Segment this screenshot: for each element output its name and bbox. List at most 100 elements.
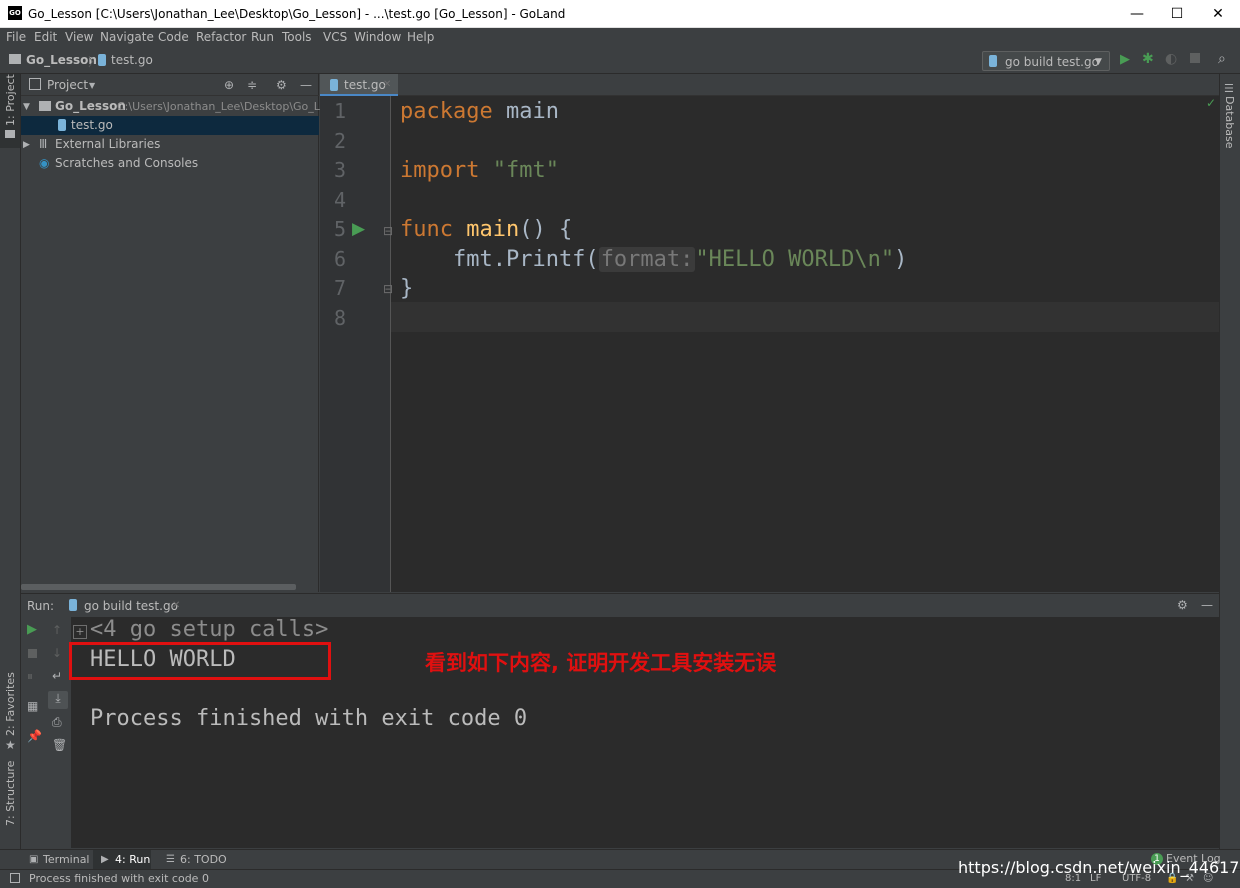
menu-vcs[interactable]: VCS	[323, 30, 347, 44]
line-number: 2	[333, 129, 346, 153]
tree-item-scratches[interactable]: ◉ Scratches and Consoles	[21, 154, 319, 173]
chevron-down-icon[interactable]: ▼	[89, 79, 95, 93]
line-number: 1	[333, 99, 346, 123]
search-icon[interactable]: ⌕	[1218, 52, 1226, 66]
hide-icon[interactable]: —	[300, 78, 312, 92]
tab-label: test.go	[344, 78, 386, 92]
run-console: + <4 go setup calls> HELLO WORLD Process…	[69, 617, 1219, 848]
project-panel-title[interactable]: Project	[47, 78, 88, 92]
project-horizontal-scrollbar[interactable]	[21, 584, 296, 590]
menu-refactor[interactable]: Refactor	[196, 30, 246, 44]
print-icon[interactable]: ⎙	[52, 715, 62, 729]
line-number: 5	[333, 217, 346, 241]
folder-icon	[9, 54, 21, 64]
run-toolbar: ▶ ↑ ↓ ⏸ ↵ ▦ ⤓ ⎙ 📌 🗑	[21, 617, 71, 848]
run-tool-tab[interactable]: ▶ 4: Run	[93, 850, 151, 869]
menu-bar: File Edit View Navigate Code Refactor Ru…	[0, 28, 1240, 48]
menu-view[interactable]: View	[65, 30, 93, 44]
tree-item-file[interactable]: test.go	[21, 116, 319, 135]
checkmark-icon: ✓	[1206, 96, 1217, 110]
pause-icon[interactable]: ⏸	[27, 669, 33, 683]
coverage-icon[interactable]: ◐	[1165, 52, 1177, 66]
menu-window[interactable]: Window	[354, 30, 401, 44]
expand-icon[interactable]: +	[73, 625, 87, 639]
chevron-down-icon: ▼	[1095, 57, 1102, 67]
terminal-tab[interactable]: Terminal	[43, 853, 90, 866]
run-icon: ▶	[101, 854, 109, 865]
code-editor: test.go ✕ 1 2 3 4 5 6 7 8 ▶ ⊟ ⊟ package …	[320, 74, 1219, 592]
folder-icon	[5, 130, 15, 138]
fold-icon[interactable]: ⊟	[383, 282, 393, 296]
scroll-to-end-icon[interactable]: ⤓	[48, 691, 68, 709]
maximize-button[interactable]: ☐	[1157, 0, 1197, 28]
run-panel-header: Run: go build test.go ✕ ⚙ —	[21, 593, 1219, 617]
menu-file[interactable]: File	[6, 30, 26, 44]
line-number: 7	[333, 276, 346, 300]
tool-windows-icon[interactable]	[10, 873, 20, 883]
arrow-down-icon[interactable]: ↓	[52, 646, 62, 660]
collapse-all-icon[interactable]: ≑	[247, 78, 257, 92]
line-number: 8	[333, 306, 346, 330]
library-icon: Ⅲ	[39, 137, 48, 151]
menu-help[interactable]: Help	[407, 30, 434, 44]
debug-bug-icon[interactable]: ✱	[1142, 52, 1154, 66]
locate-icon[interactable]: ⊕	[224, 78, 234, 92]
favorites-tool-tab[interactable]: 2: Favorites	[4, 672, 17, 736]
menu-edit[interactable]: Edit	[34, 30, 57, 44]
goland-logo-icon: GO	[8, 6, 22, 20]
tree-item-root[interactable]: ▼ Go_Lesson C:\Users\Jonathan_Lee\Deskto…	[21, 97, 327, 116]
breadcrumb-project[interactable]: Go_Lesson	[26, 53, 97, 67]
go-file-icon	[330, 79, 338, 91]
right-tool-stripe: ☰ Database	[1219, 74, 1240, 850]
menu-navigate[interactable]: Navigate	[100, 30, 154, 44]
trash-icon[interactable]: 🗑	[52, 738, 67, 752]
go-file-icon	[58, 119, 66, 131]
star-icon: ★	[5, 738, 16, 752]
todo-tab[interactable]: 6: TODO	[180, 853, 227, 866]
stop-icon[interactable]	[28, 649, 37, 658]
console-setup-calls[interactable]: <4 go setup calls>	[90, 617, 328, 642]
project-tool-label: 1: Project	[4, 74, 17, 126]
project-panel-header: Project ▼ ⊕ ≑ ⚙ —	[21, 74, 319, 96]
go-file-icon	[69, 599, 77, 611]
database-tool-tab[interactable]: Database	[1223, 96, 1236, 149]
menu-tools[interactable]: Tools	[282, 30, 312, 44]
run-gutter-icon[interactable]: ▶	[352, 221, 365, 238]
rerun-icon[interactable]: ▶	[27, 623, 37, 637]
breadcrumb-file[interactable]: test.go	[111, 53, 153, 67]
code-line-1: package main	[400, 99, 559, 124]
gear-icon[interactable]: ⚙	[276, 78, 287, 92]
close-tab-icon[interactable]: ✕	[172, 599, 180, 613]
arrow-up-icon[interactable]: ↑	[52, 623, 62, 637]
stop-icon[interactable]	[1190, 53, 1200, 63]
root-name: Go_Lesson	[55, 99, 126, 113]
minimize-button[interactable]: —	[1117, 0, 1157, 28]
run-tool-label: 4: Run	[115, 853, 151, 866]
close-button[interactable]: ✕	[1198, 0, 1238, 28]
soft-wrap-icon[interactable]: ↵	[52, 669, 62, 683]
run-config-select[interactable]: go build test.go ▼	[982, 51, 1110, 71]
gear-icon[interactable]: ⚙	[1177, 598, 1188, 612]
hide-icon[interactable]: —	[1201, 598, 1213, 612]
scratches-icon: ◉	[39, 156, 50, 170]
fold-icon[interactable]: ⊟	[383, 224, 393, 238]
run-tab[interactable]: go build test.go	[84, 599, 178, 613]
line-number: 6	[333, 247, 346, 271]
menu-run[interactable]: Run	[251, 30, 274, 44]
tree-item-external-libraries[interactable]: ▶ Ⅲ External Libraries	[21, 135, 319, 154]
layout-icon[interactable]: ▦	[27, 699, 38, 713]
close-tab-icon[interactable]: ✕	[383, 78, 391, 92]
todo-icon: ☰	[166, 854, 175, 865]
project-tool-tab[interactable]: 1: Project	[0, 74, 20, 148]
run-icon[interactable]: ▶	[1120, 53, 1130, 67]
structure-tool-tab[interactable]: 7: Structure	[4, 761, 17, 826]
file-name: test.go	[71, 118, 113, 132]
tab-test-go[interactable]: test.go ✕	[320, 74, 398, 96]
scratches-label: Scratches and Consoles	[55, 156, 199, 170]
annotation-note: 看到如下内容, 证明开发工具安装无误	[425, 651, 777, 675]
window-title: Go_Lesson [C:\Users\Jonathan_Lee\Desktop…	[28, 7, 566, 21]
database-icon: ☰	[1224, 82, 1234, 95]
menu-code[interactable]: Code	[158, 30, 189, 44]
line-number: 4	[333, 188, 346, 212]
pin-icon[interactable]: 📌	[27, 729, 42, 743]
